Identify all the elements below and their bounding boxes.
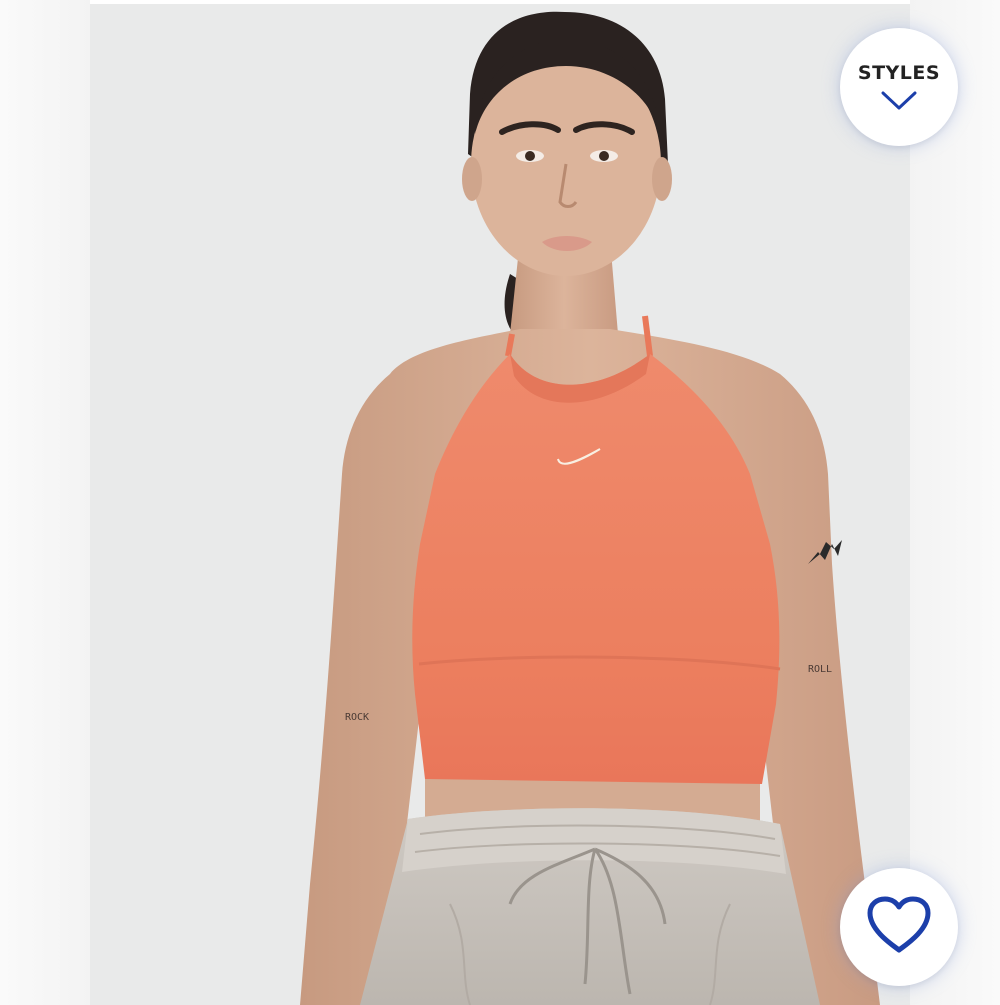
styles-label: STYLES [857,61,941,84]
product-image[interactable]: ROLL ROCK [90,4,910,1005]
svg-text:ROLL: ROLL [808,664,832,675]
product-gallery: ROLL ROCK STYLES [0,0,1000,1005]
left-gutter [0,0,90,1005]
right-gutter [910,0,1000,1005]
favorite-button[interactable] [840,868,958,986]
styles-button[interactable]: STYLES [840,28,958,146]
product-photo-illustration: ROLL ROCK [300,11,880,1005]
chevron-down-icon [880,90,918,117]
heart-outline-icon [866,895,932,960]
svg-text:ROCK: ROCK [345,712,369,723]
